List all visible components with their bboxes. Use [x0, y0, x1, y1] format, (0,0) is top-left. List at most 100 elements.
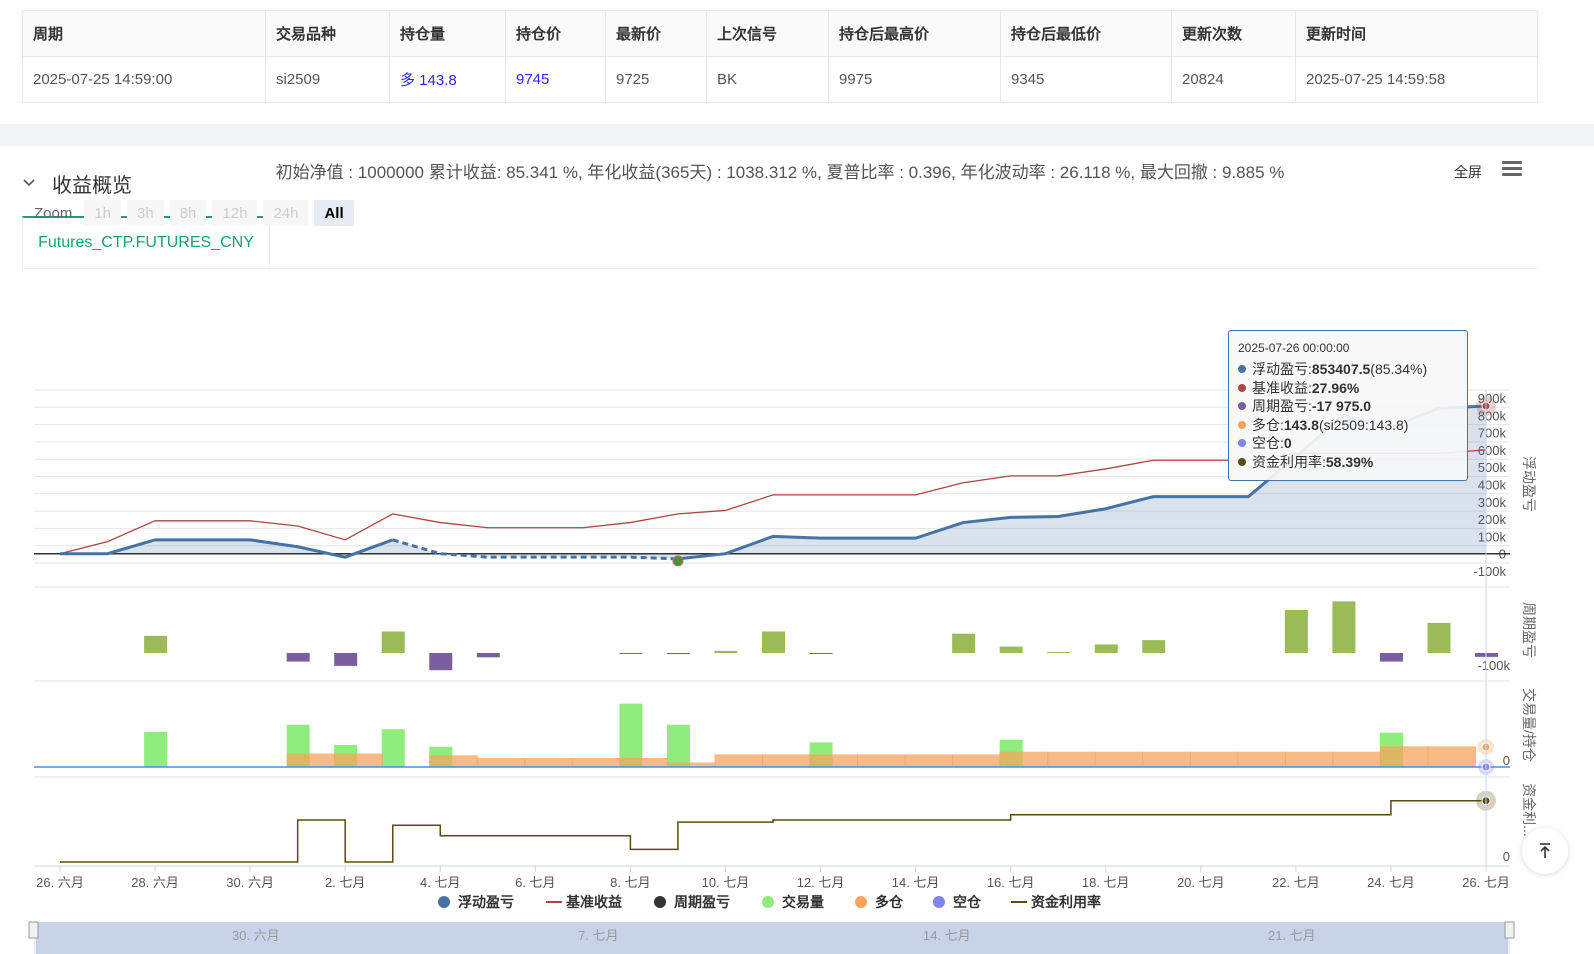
long-position-bar	[619, 758, 668, 767]
volume-bar	[666, 724, 690, 767]
pnl-axis-title: 浮动盈亏	[1521, 456, 1537, 512]
chart-tooltip: 2025-07-26 00:00:00 浮动盈亏: 853407.5 (85.3…	[1228, 330, 1468, 481]
period-tick-label: -100k	[1477, 658, 1510, 673]
legend-item[interactable]: 资金利用率	[1031, 894, 1101, 910]
legend-交易量-icon	[762, 896, 774, 908]
x-tick-label: 2. 七月	[325, 875, 365, 890]
x-tick-label: 10. 七月	[702, 875, 750, 890]
legend-item[interactable]: 周期盈亏	[674, 894, 730, 910]
period-bar	[1379, 653, 1403, 662]
tooltip-row: 空仓: 0	[1238, 434, 1467, 453]
navigator-label: 30. 六月	[232, 928, 280, 943]
navigator-label: 21. 七月	[1268, 928, 1316, 943]
long-position-bar	[1379, 746, 1429, 767]
long-position-bar	[524, 758, 573, 767]
legend-item[interactable]: 空仓	[953, 894, 982, 910]
x-tick-label: 22. 七月	[1272, 875, 1320, 890]
long-position-bar	[1284, 751, 1334, 767]
long-position-bar	[429, 755, 478, 767]
long-position-bar	[334, 753, 383, 767]
period-bar	[1427, 622, 1451, 653]
tooltip-title: 2025-07-26 00:00:00	[1238, 341, 1350, 355]
period-bar	[952, 633, 976, 653]
legend-空仓-icon	[933, 896, 945, 908]
legend-周期盈亏-icon	[654, 896, 666, 908]
x-tick-label: 6. 七月	[515, 875, 555, 890]
pnl-line-dashed	[392, 538, 678, 561]
legend-item[interactable]: 交易量	[782, 894, 824, 910]
series-dot-icon	[1238, 402, 1246, 411]
volume-bar	[381, 729, 405, 767]
long-position-bar	[1047, 751, 1096, 767]
x-tick-label: 26. 六月	[36, 875, 84, 890]
tooltip-row: 资金利用率: 58.39%	[1238, 453, 1467, 472]
capital-tick-label: 0	[1503, 849, 1510, 864]
tooltip-extra: (85.34%)	[1370, 361, 1428, 378]
tooltip-row: 周期盈亏: -17 975.0	[1238, 397, 1467, 416]
period-axis-title: 周期盈亏	[1521, 602, 1537, 658]
period-bar	[286, 653, 310, 662]
long-position-bar	[1237, 751, 1286, 767]
legend-item[interactable]: 多仓	[875, 894, 904, 910]
period-bar	[1142, 640, 1166, 653]
legend-item[interactable]: 浮动盈亏	[458, 894, 514, 910]
period-bar	[1094, 644, 1118, 653]
tooltip-label: 浮动盈亏:	[1252, 361, 1312, 378]
period-bar	[1284, 610, 1308, 653]
series-dot-icon	[1238, 365, 1246, 374]
period-bar	[381, 631, 405, 653]
tooltip-value: -17 975.0	[1311, 398, 1372, 415]
capital-axis-title: 资金利...	[1521, 783, 1537, 837]
x-tick-label: 20. 七月	[1177, 875, 1225, 890]
x-tick-label: 30. 六月	[226, 875, 274, 890]
series-dot-icon	[1238, 420, 1246, 429]
long-position-bar	[714, 754, 763, 767]
navigator-label: 14. 七月	[923, 928, 971, 943]
x-tick-label: 18. 七月	[1082, 875, 1130, 890]
x-tick-label: 24. 七月	[1367, 875, 1415, 890]
long-position-bar	[857, 754, 906, 767]
long-position-bar	[1189, 751, 1239, 767]
long-position-bar	[904, 754, 954, 767]
x-tick-label: 4. 七月	[420, 875, 460, 890]
long-position-bar	[762, 754, 811, 767]
x-tick-label: 16. 七月	[987, 875, 1035, 890]
period-bar	[809, 653, 833, 654]
period-bar	[476, 653, 500, 658]
tooltip-label: 多仓:	[1252, 416, 1284, 433]
marker-point	[672, 555, 684, 567]
period-bar	[334, 653, 358, 666]
series-dot-icon	[1238, 383, 1246, 392]
tooltip-value: 0	[1283, 435, 1292, 452]
x-tick-label: 26. 七月	[1462, 875, 1510, 890]
pnl-tick-label: -100k	[1473, 564, 1506, 579]
series-dot-icon	[1238, 439, 1246, 448]
period-bar	[429, 653, 453, 671]
navigator-label: 7. 七月	[578, 928, 618, 943]
x-tick-label: 28. 六月	[131, 875, 179, 890]
long-position-bar	[809, 754, 859, 767]
tooltip-row: 浮动盈亏: 853407.5 (85.34%)	[1238, 360, 1467, 379]
legend-item[interactable]: 基准收益	[566, 894, 622, 910]
volume-tick-label: 0	[1503, 753, 1510, 768]
volume-bar	[619, 703, 643, 767]
navigator-handle-left[interactable]	[28, 921, 39, 939]
volume-axis-title: 交易量/持仓	[1521, 688, 1537, 762]
period-bar	[1332, 601, 1356, 653]
capital-line	[60, 799, 1486, 863]
tooltip-extra: (si2509:143.8)	[1318, 416, 1409, 433]
tooltip-label: 资金利用率:	[1252, 453, 1326, 470]
scroll-to-top-button[interactable]	[1522, 828, 1568, 874]
tooltip-label: 空仓:	[1252, 435, 1284, 452]
period-bar	[144, 635, 168, 653]
long-position-bar	[1427, 746, 1476, 767]
legend-浮动盈亏-icon	[438, 896, 450, 908]
period-bar	[666, 653, 690, 655]
long-position-bar	[1094, 751, 1144, 767]
period-bar	[762, 631, 785, 653]
tooltip-row: 基准收益: 27.96%	[1238, 379, 1467, 398]
tooltip-row: 多仓: 143.8 (si2509:143.8)	[1238, 416, 1467, 435]
x-tick-label: 12. 七月	[797, 875, 845, 890]
tooltip-value: 27.96%	[1311, 379, 1360, 396]
navigator-handle-right[interactable]	[1504, 921, 1515, 939]
